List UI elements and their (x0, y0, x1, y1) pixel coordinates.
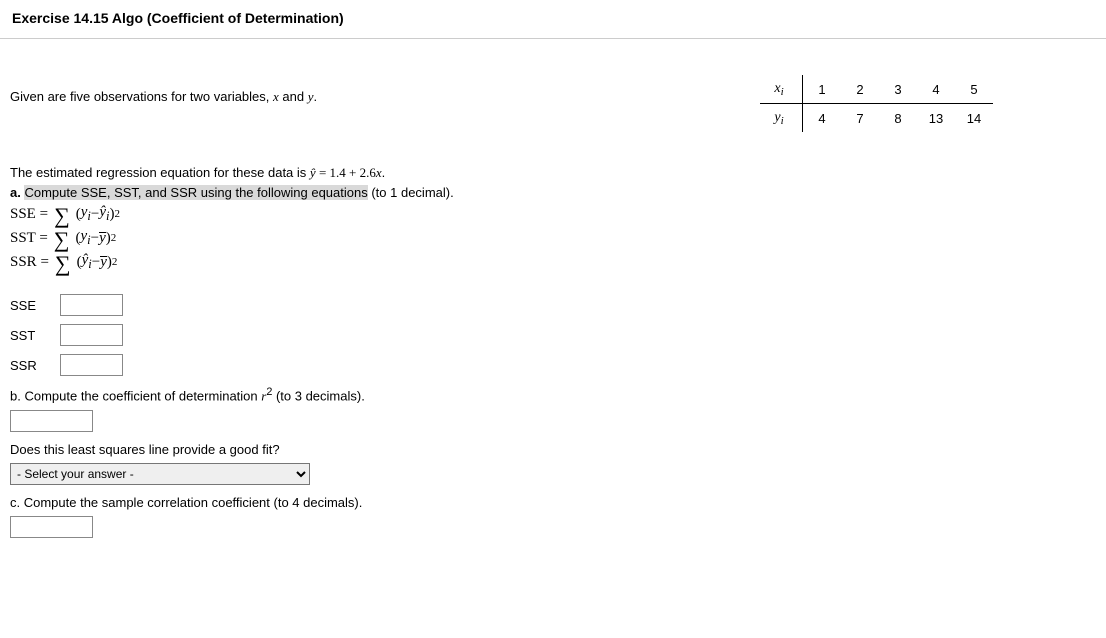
table-cell: 8 (879, 104, 917, 133)
part-c: c. Compute the sample correlation coeffi… (10, 495, 1096, 510)
table-cell: 7 (841, 104, 879, 133)
fit-question: Does this least squares line provide a g… (10, 442, 1096, 457)
data-table: xi 1 2 3 4 5 yi 4 7 8 13 14 (760, 75, 993, 132)
formula-sst-lhs: SST = (10, 230, 48, 247)
input-corr[interactable] (10, 516, 93, 538)
part-a-label: a. (10, 185, 21, 200)
regression-line: The estimated regression equation for th… (10, 165, 1096, 181)
part-a-after: (to 1 decimal). (368, 185, 454, 200)
answer-row-sst: SST (10, 324, 1096, 346)
formula-ssr-lhs: SSR = (10, 254, 49, 271)
part-b-after: (to 3 decimals). (272, 388, 364, 403)
formula-sst: SST = ∑ (yi − y)2 (10, 228, 1096, 248)
regression-before: The estimated regression equation for th… (10, 165, 310, 180)
part-b: b. Compute the coefficient of determinat… (10, 386, 1096, 404)
table-row-x: xi 1 2 3 4 5 (760, 75, 993, 104)
table-cell: 1 (803, 75, 842, 104)
table-row-y: yi 4 7 8 13 14 (760, 104, 993, 133)
table-cell: 4 (803, 104, 842, 133)
table-cell: 3 (879, 75, 917, 104)
label-ssr: SSR (10, 358, 50, 373)
table-cell: 2 (841, 75, 879, 104)
content-area: Given are five observations for two vari… (0, 39, 1106, 548)
part-a-highlight: Compute SSE, SST, and SSR using the foll… (24, 185, 367, 200)
input-sse[interactable] (60, 294, 123, 316)
table-cell: 13 (917, 104, 955, 133)
part-b-before: b. Compute the coefficient of determinat… (10, 388, 261, 403)
formula-sse-lhs: SSE = (10, 206, 48, 223)
answer-row-ssr: SSR (10, 354, 1096, 376)
row-label-x: xi (760, 75, 803, 104)
formula-sse: SSE = ∑ (yi − ŷi)2 (10, 204, 1096, 224)
row-label-y: yi (760, 104, 803, 133)
label-sst: SST (10, 328, 50, 343)
exercise-header: Exercise 14.15 Algo (Coefficient of Dete… (0, 0, 1106, 39)
input-sst[interactable] (60, 324, 123, 346)
regression-after: . (382, 165, 386, 180)
intro-before: Given are five observations for two vari… (10, 89, 273, 104)
table-cell: 4 (917, 75, 955, 104)
exercise-title: Exercise 14.15 Algo (Coefficient of Dete… (12, 10, 344, 26)
table-cell: 14 (955, 104, 993, 133)
input-r2[interactable] (10, 410, 93, 432)
intro-after: . (314, 89, 318, 104)
table-cell: 5 (955, 75, 993, 104)
intro-mid: and (279, 89, 308, 104)
fit-select[interactable]: - Select your answer - (10, 463, 310, 485)
part-a: a. Compute SSE, SST, and SSR using the f… (10, 185, 1096, 200)
label-sse: SSE (10, 298, 50, 313)
answer-row-sse: SSE (10, 294, 1096, 316)
formula-ssr: SSR = ∑ (ŷi − y)2 (10, 252, 1096, 272)
input-ssr[interactable] (60, 354, 123, 376)
